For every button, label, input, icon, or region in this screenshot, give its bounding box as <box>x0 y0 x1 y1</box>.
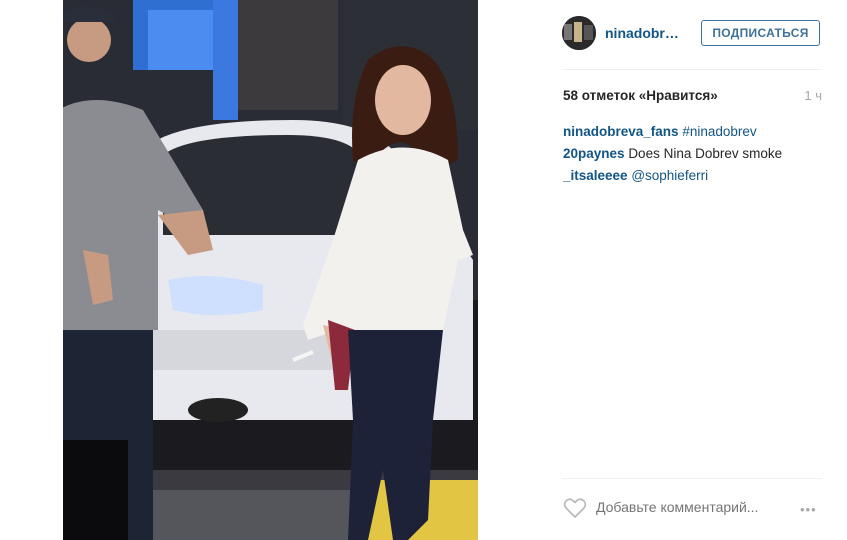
post-info-panel: ninadobre… ПОДПИСАТЬСЯ 58 отметок «Нрави… <box>478 0 847 540</box>
follow-button[interactable]: ПОДПИСАТЬСЯ <box>701 20 820 46</box>
post-time[interactable]: 1 ч <box>804 88 822 103</box>
comment-text[interactable]: @sophieferri <box>631 168 708 183</box>
comment-input[interactable] <box>596 499 776 515</box>
post-header: ninadobre… ПОДПИСАТЬСЯ <box>478 0 847 70</box>
comment-item: 20paynes Does Nina Dobrev smoke <box>563 143 828 165</box>
heart-icon[interactable] <box>563 497 587 519</box>
footer-divider <box>562 478 822 479</box>
user-avatar[interactable] <box>562 16 596 50</box>
comment-author[interactable]: ninadobreva_fans <box>563 124 679 139</box>
avatar-image <box>562 16 596 50</box>
page-gutter <box>0 0 63 540</box>
more-options-icon[interactable]: ••• <box>800 502 817 517</box>
post-photo[interactable] <box>63 0 478 540</box>
photo-image <box>63 0 478 540</box>
comment-item: _itsaleeee @sophieferri <box>563 165 828 187</box>
post-username[interactable]: ninadobre… <box>605 25 685 41</box>
comment-item: ninadobreva_fans #ninadobrev <box>563 121 828 143</box>
comment-author[interactable]: _itsaleeee <box>563 168 628 183</box>
comment-text: Does Nina Dobrev smoke <box>628 146 783 161</box>
comments-list: ninadobreva_fans #ninadobrev 20paynes Do… <box>563 121 828 187</box>
comment-text[interactable]: #ninadobrev <box>682 124 756 139</box>
comment-author[interactable]: 20paynes <box>563 146 625 161</box>
header-divider <box>562 69 822 70</box>
likes-count[interactable]: 58 отметок «Нравится» <box>563 88 718 103</box>
